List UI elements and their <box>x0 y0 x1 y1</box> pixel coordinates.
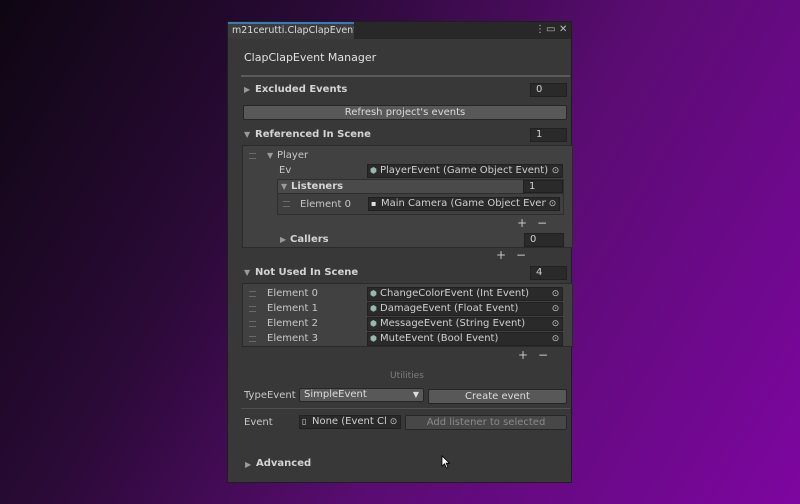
not-used-item-field[interactable]: ⬢ DamageEvent (Float Event) ⊙ <box>367 302 563 316</box>
referenced-add-icon[interactable]: + <box>496 249 506 261</box>
not-used-in-scene-label[interactable]: Not Used In Scene <box>255 267 358 278</box>
callers-fold-icon[interactable]: ▶ <box>280 235 286 244</box>
drag-handle-icon[interactable] <box>249 291 256 297</box>
create-event-button[interactable]: Create event <box>428 389 567 404</box>
event-asset-icon: ⬢ <box>370 319 377 328</box>
not-used-item-field[interactable]: ⬢ MessageEvent (String Event) ⊙ <box>367 317 563 331</box>
object-picker-icon[interactable]: ⊙ <box>387 416 400 428</box>
event-asset-icon: ⬢ <box>370 166 377 175</box>
listeners-list: Element 0 ▪ Main Camera (Game Object Eve… <box>277 194 564 215</box>
utilities-section-label: Utilities <box>390 371 424 381</box>
drag-handle-icon[interactable] <box>249 336 256 342</box>
referenced-fold-icon[interactable]: ▼ <box>244 130 250 139</box>
event-asset-icon: ⬢ <box>370 334 377 343</box>
utilities-divider <box>241 408 570 409</box>
window-tab-title: m21cerutti.ClapClapEvent... <box>232 25 354 36</box>
chevron-down-icon: ▼ <box>412 390 419 399</box>
referenced-in-scene-label[interactable]: Referenced In Scene <box>255 129 371 140</box>
page-title: ClapClapEvent Manager <box>244 51 377 64</box>
excluded-events-label[interactable]: Excluded Events <box>255 84 347 95</box>
drag-handle-icon[interactable] <box>249 153 256 159</box>
referenced-count[interactable]: 1 <box>530 128 567 142</box>
clapclap-event-manager-window: m21cerutti.ClapClapEvent... ⋮ ▭ ✕ ClapCl… <box>227 21 573 483</box>
not-used-count[interactable]: 4 <box>530 266 567 280</box>
listener-element-field[interactable]: ▪ Main Camera (Game Object Event Re ⊙ <box>368 197 560 211</box>
callers-count[interactable]: 0 <box>524 233 564 247</box>
mouse-cursor-icon <box>441 455 451 469</box>
object-picker-icon[interactable]: ⊙ <box>549 318 562 330</box>
type-event-dropdown[interactable]: SimpleEvent ▼ <box>299 388 424 402</box>
event-asset-icon: ⬢ <box>370 289 377 298</box>
maximize-icon[interactable]: ▭ <box>546 24 555 36</box>
listeners-fold-icon[interactable]: ▼ <box>281 182 287 191</box>
player-label[interactable]: Player <box>277 150 308 161</box>
listener-element-label: Element 0 <box>300 199 351 210</box>
not-used-item-field[interactable]: ⬢ ChangeColorEvent (Int Event) ⊙ <box>367 287 563 301</box>
listeners-label[interactable]: Listeners <box>291 181 343 192</box>
add-listener-button[interactable]: Add listener to selected <box>405 415 567 430</box>
object-picker-icon[interactable]: ⊙ <box>549 303 562 315</box>
not-used-remove-icon[interactable]: − <box>538 349 548 361</box>
tab-bar: m21cerutti.ClapClapEvent... ⋮ ▭ ✕ <box>228 22 571 39</box>
excluded-fold-icon[interactable]: ▶ <box>244 85 250 94</box>
window-tab[interactable]: m21cerutti.ClapClapEvent... <box>228 22 354 39</box>
ev-label: Ev <box>279 165 292 176</box>
listeners-header: ▼ Listeners 1 <box>277 179 564 194</box>
list-item-label: Element 2 <box>267 318 318 329</box>
kebab-menu-icon[interactable]: ⋮ <box>535 24 545 36</box>
callers-label[interactable]: Callers <box>290 234 329 245</box>
listeners-add-icon[interactable]: + <box>517 217 527 229</box>
player-fold-icon[interactable]: ▼ <box>267 151 273 160</box>
player-event-field[interactable]: ⬢ PlayerEvent (Game Object Event) ⊙ <box>367 164 563 178</box>
advanced-fold-icon[interactable]: ▶ <box>245 460 251 469</box>
list-item-label: Element 1 <box>267 303 318 314</box>
object-picker-icon[interactable]: ⊙ <box>549 165 562 177</box>
game-object-icon: ▪ <box>371 199 377 208</box>
referenced-list-panel: ▼ Player Ev ⬢ PlayerEvent (Game Object E… <box>242 145 573 248</box>
drag-handle-icon[interactable] <box>283 201 290 207</box>
document-icon: ▯ <box>302 417 307 426</box>
event-label: Event <box>244 417 273 428</box>
listeners-remove-icon[interactable]: − <box>537 217 547 229</box>
list-item-label: Element 0 <box>267 288 318 299</box>
drag-handle-icon[interactable] <box>249 321 256 327</box>
excluded-events-count[interactable]: 0 <box>530 83 567 97</box>
not-used-item-field[interactable]: ⬢ MuteEvent (Bool Event) ⊙ <box>367 332 563 346</box>
not-used-fold-icon[interactable]: ▼ <box>244 268 250 277</box>
object-picker-icon[interactable]: ⊙ <box>549 333 562 345</box>
advanced-label[interactable]: Advanced <box>256 458 311 469</box>
header-divider <box>241 75 570 77</box>
close-icon[interactable]: ✕ <box>559 24 567 36</box>
referenced-remove-icon[interactable]: − <box>516 249 526 261</box>
list-item-label: Element 3 <box>267 333 318 344</box>
refresh-events-button[interactable]: Refresh project's events <box>243 105 567 120</box>
event-asset-icon: ⬢ <box>370 304 377 313</box>
listeners-count[interactable]: 1 <box>523 180 563 193</box>
not-used-list-panel: Element 0 ⬢ ChangeColorEvent (Int Event)… <box>242 283 573 347</box>
object-picker-icon[interactable]: ⊙ <box>546 198 559 210</box>
event-object-field[interactable]: ▯ None (Event Clap ⊙ <box>299 415 401 429</box>
drag-handle-icon[interactable] <box>249 306 256 312</box>
not-used-add-icon[interactable]: + <box>518 349 528 361</box>
type-event-label: TypeEvent <box>244 390 296 401</box>
object-picker-icon[interactable]: ⊙ <box>549 288 562 300</box>
